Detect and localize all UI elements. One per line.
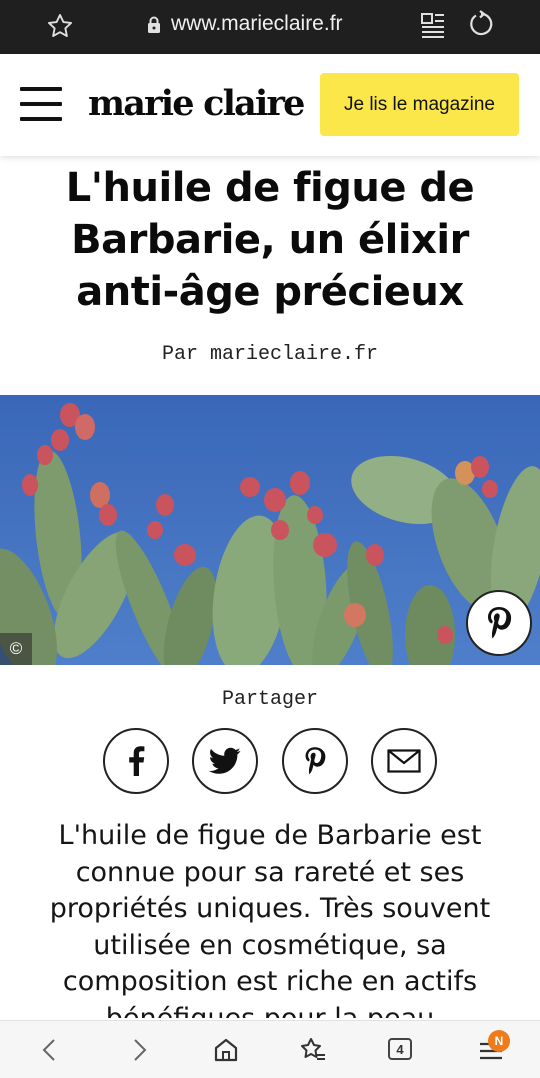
pinterest-icon [305, 747, 326, 775]
article-title: L'huile de figue de Barbarie, un élixir … [65, 165, 475, 315]
hero-image [0, 395, 540, 665]
bookmarks-icon[interactable] [298, 1035, 328, 1065]
share-label: Partager [221, 688, 318, 711]
share-twitter-button[interactable] [192, 728, 258, 794]
back-icon[interactable] [35, 1035, 65, 1065]
image-credit-icon[interactable]: © [0, 633, 32, 665]
email-icon [387, 749, 421, 773]
lock-icon [148, 16, 160, 33]
forward-icon[interactable] [124, 1035, 154, 1065]
tabs-count-button[interactable]: 4 [388, 1038, 412, 1060]
share-email-button[interactable] [371, 728, 437, 794]
home-icon[interactable] [211, 1035, 241, 1065]
hamburger-menu-icon[interactable] [20, 87, 64, 123]
twitter-icon [209, 747, 241, 774]
browser-top-bar: www.marieclaire.fr [0, 0, 540, 54]
share-pinterest-button[interactable] [282, 728, 348, 794]
bookmark-star-icon[interactable] [46, 12, 74, 40]
reload-icon[interactable] [467, 10, 495, 38]
notification-badge: N [488, 1030, 510, 1052]
share-facebook-button[interactable] [103, 728, 169, 794]
pinterest-icon [488, 607, 512, 639]
pinterest-save-image-button[interactable] [466, 590, 532, 656]
url-field[interactable]: www.marieclaire.fr [171, 12, 343, 36]
reader-mode-icon[interactable] [420, 11, 446, 39]
article-byline: Par marieclaire.fr [161, 343, 379, 366]
browser-bottom-nav [0, 1020, 540, 1078]
article-intro-text: L'huile de figue de Barbarie est connue … [49, 820, 491, 1018]
facebook-icon [129, 746, 145, 776]
read-magazine-button[interactable]: Je lis le magazine [320, 73, 519, 136]
site-header: marie claire Je lis le magazine [0, 54, 540, 156]
site-logo[interactable]: marie claire [88, 83, 305, 124]
